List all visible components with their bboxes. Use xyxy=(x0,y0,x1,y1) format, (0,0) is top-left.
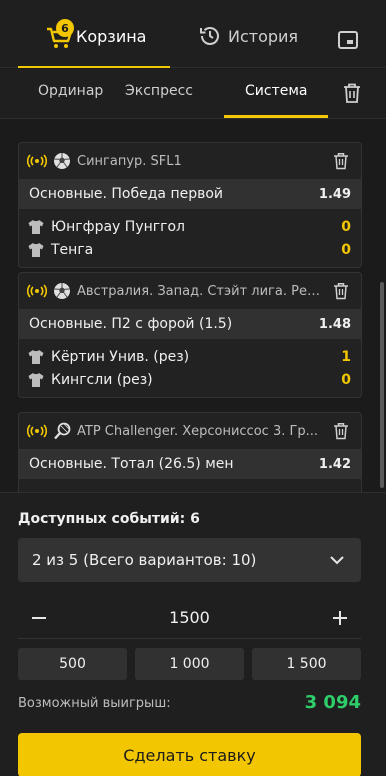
league-name: Сингапур. SFL1 xyxy=(77,153,182,169)
plus-icon xyxy=(333,611,347,625)
team-name: Юнгфрау Пунггол xyxy=(51,218,185,235)
odd-value: 1.49 xyxy=(318,186,351,202)
live-broadcast-icon xyxy=(27,154,47,168)
team-shirt-icon xyxy=(28,349,44,364)
live-broadcast-icon xyxy=(27,284,47,298)
quick-amount-button[interactable]: 1 000 xyxy=(135,648,244,680)
team-shirt-icon xyxy=(28,372,44,387)
events-list: Сингапур. SFL1 Основные. Победа первой 1… xyxy=(0,120,386,492)
possible-win-label: Возможный выигрыш: xyxy=(18,696,171,711)
event-header: Сингапур. SFL1 xyxy=(19,143,361,179)
odd-value: 1.42 xyxy=(318,456,351,472)
team-row: Кёртин Унив. (рез) 1 xyxy=(27,345,351,368)
increase-stake-button[interactable] xyxy=(325,603,355,633)
system-bet-panel: Доступных событий: 6 2 из 5 (Всего вариа… xyxy=(0,492,386,776)
team-shirt-icon xyxy=(28,242,44,257)
tab-express[interactable]: Экспресс xyxy=(125,83,193,99)
tab-history-label: История xyxy=(228,26,299,46)
market-name: Основные. П2 с форой (1.5) xyxy=(29,316,233,332)
event-card: ATP Challenger. Херсониссос 3. Гр... Осн… xyxy=(18,412,362,492)
stake-stepper: 1500 xyxy=(18,597,361,639)
quick-amount-button[interactable]: 1 500 xyxy=(252,648,361,680)
quick-amount-button[interactable]: 500 xyxy=(18,648,127,680)
team-row: Юнгфрау Пунггол 0 xyxy=(27,215,351,238)
events-scrollbar[interactable] xyxy=(380,282,384,488)
team-score: 0 xyxy=(341,241,351,258)
market-row: Основные. П2 с форой (1.5) 1.48 xyxy=(19,309,361,339)
event-header: ATP Challenger. Херсониссос 3. Гр... xyxy=(19,413,361,449)
basket-count-badge: 6 xyxy=(56,19,74,37)
teams-list: Кёртин Унив. (рез) 1 Кингсли (рез) 0 xyxy=(19,339,361,397)
remove-event-trash-icon[interactable] xyxy=(333,152,349,170)
history-icon xyxy=(200,27,219,45)
active-tab-indicator xyxy=(18,66,170,68)
tab-ordinar[interactable]: Ординар xyxy=(38,83,103,99)
cart-icon: 6 xyxy=(44,19,74,51)
event-card: Австралия. Запад. Стэйт лига. Рез... Осн… xyxy=(18,272,362,398)
tab-history[interactable]: История xyxy=(198,20,298,52)
team-score: 1 xyxy=(341,348,351,365)
tab-system[interactable]: Система xyxy=(245,83,307,99)
tennis-racket-icon xyxy=(54,422,71,440)
league-name: Австралия. Запад. Стэйт лига. Рез... xyxy=(77,283,325,299)
tab-basket-label: Корзина xyxy=(76,26,147,46)
soccer-ball-icon xyxy=(53,283,71,299)
system-variant-select[interactable]: 2 из 5 (Всего вариантов: 10) xyxy=(18,538,361,582)
team-row: Тенга 0 xyxy=(27,238,351,261)
market-name: Основные. Победа первой xyxy=(29,186,224,202)
clear-all-trash-icon[interactable] xyxy=(342,82,362,104)
live-broadcast-icon xyxy=(27,424,47,438)
league-name: ATP Challenger. Херсониссос 3. Гр... xyxy=(77,423,319,439)
active-bet-type-indicator xyxy=(224,115,328,118)
remove-event-trash-icon[interactable] xyxy=(333,282,349,300)
available-events-label: Доступных событий: 6 xyxy=(18,511,200,527)
top-tabs: 6 Корзина История xyxy=(0,0,386,68)
remove-event-trash-icon[interactable] xyxy=(333,422,349,440)
possible-win-value: 3 094 xyxy=(304,692,361,713)
market-row: Основные. Победа первой 1.49 xyxy=(19,179,361,209)
team-row: Кингсли (рез) 0 xyxy=(27,368,351,391)
detach-window-icon[interactable] xyxy=(336,28,360,52)
teams-list: Юнгфрау Пунггол 0 Тенга 0 xyxy=(19,209,361,267)
team-name: Кингсли (рез) xyxy=(51,371,153,388)
decrease-stake-button[interactable] xyxy=(24,603,54,633)
market-name: Основные. Тотал (26.5) мен xyxy=(29,456,234,472)
chevron-down-icon xyxy=(330,556,344,565)
team-name: Тенга xyxy=(51,241,94,258)
team-score: 0 xyxy=(341,218,351,235)
bet-type-tabs: Ординар Экспресс Система xyxy=(0,69,386,119)
place-bet-button[interactable]: Сделать ставку xyxy=(18,733,361,776)
stake-input[interactable]: 1500 xyxy=(169,608,210,627)
market-row: Основные. Тотал (26.5) мен 1.42 xyxy=(19,449,361,479)
tab-basket[interactable]: 6 Корзина xyxy=(44,19,147,52)
soccer-ball-icon xyxy=(53,153,71,169)
odd-value: 1.48 xyxy=(318,316,351,332)
team-shirt-icon xyxy=(28,219,44,234)
minus-icon xyxy=(32,617,46,619)
system-variant-value: 2 из 5 (Всего вариантов: 10) xyxy=(32,551,257,569)
event-header: Австралия. Запад. Стэйт лига. Рез... xyxy=(19,273,361,309)
team-score: 0 xyxy=(341,371,351,388)
event-card: Сингапур. SFL1 Основные. Победа первой 1… xyxy=(18,142,362,268)
team-name: Кёртин Унив. (рез) xyxy=(51,348,190,365)
